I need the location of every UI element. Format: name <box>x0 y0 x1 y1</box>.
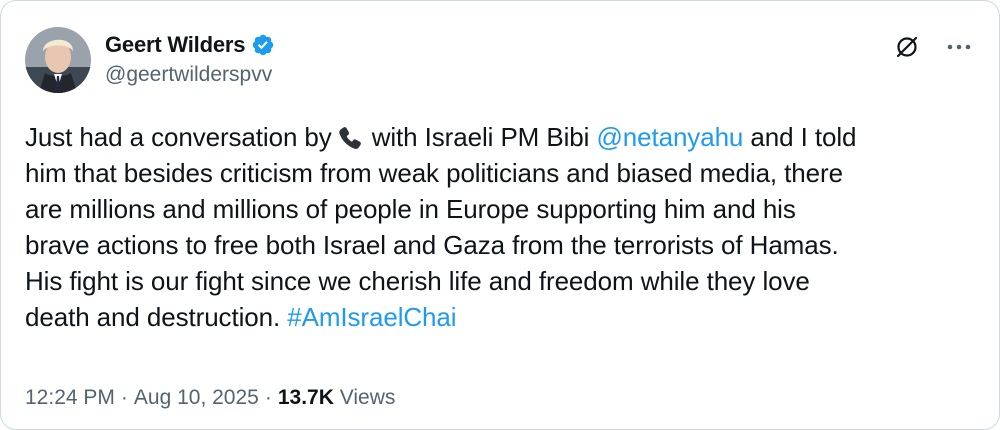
tweet-text: Just had a conversation by with Israeli P… <box>25 119 977 335</box>
views-label: Views <box>339 386 396 409</box>
avatar[interactable] <box>25 27 91 93</box>
tweet-text-segment: with Israeli PM Bibi <box>371 122 590 152</box>
mention-link[interactable]: @netanyahu <box>596 122 743 152</box>
author-name-row: Geert Wilders <box>105 30 275 60</box>
tweet-text-segment: death and destruction. <box>25 302 281 332</box>
hashtag-link[interactable]: #AmIsraelChai <box>287 302 456 332</box>
tweet-time[interactable]: 12:24 PM <box>25 386 115 409</box>
tweet-line-2: him that besides criticism from weak pol… <box>25 158 843 188</box>
tweet-line-3: are millions and millions of people in E… <box>25 194 796 224</box>
verified-badge-icon <box>251 33 275 57</box>
tweet-card: Geert Wilders @geertwilderspvv Just had … <box>0 0 1000 430</box>
grok-slash-circle-icon[interactable] <box>891 31 923 63</box>
views-count: 13.7K <box>277 386 334 409</box>
avatar-image <box>25 27 91 93</box>
meta-separator: · <box>120 386 128 409</box>
tweet-line-6: death and destruction. #AmIsraelChai <box>25 299 977 335</box>
meta-separator: · <box>264 386 272 409</box>
tweet-line-4: brave actions to free both Israel and Ga… <box>25 230 839 260</box>
author-handle[interactable]: @geertwilderspvv <box>105 63 272 87</box>
tweet-text-segment: and I told <box>750 122 857 152</box>
tweet-meta: 12:24 PM · Aug 10, 2025 · 13.7K Views <box>25 386 395 410</box>
tweet-text-segment: Just had a conversation by <box>25 122 332 152</box>
author-display-name[interactable]: Geert Wilders <box>105 32 245 58</box>
telephone-receiver-icon <box>336 124 368 150</box>
tweet-line-1: Just had a conversation by with Israeli P… <box>25 119 977 155</box>
more-dots-icon[interactable] <box>943 31 975 63</box>
tweet-line-5: His fight is our fight since we cherish … <box>25 266 810 296</box>
tweet-actions <box>891 31 975 63</box>
tweet-date[interactable]: Aug 10, 2025 <box>134 386 259 409</box>
